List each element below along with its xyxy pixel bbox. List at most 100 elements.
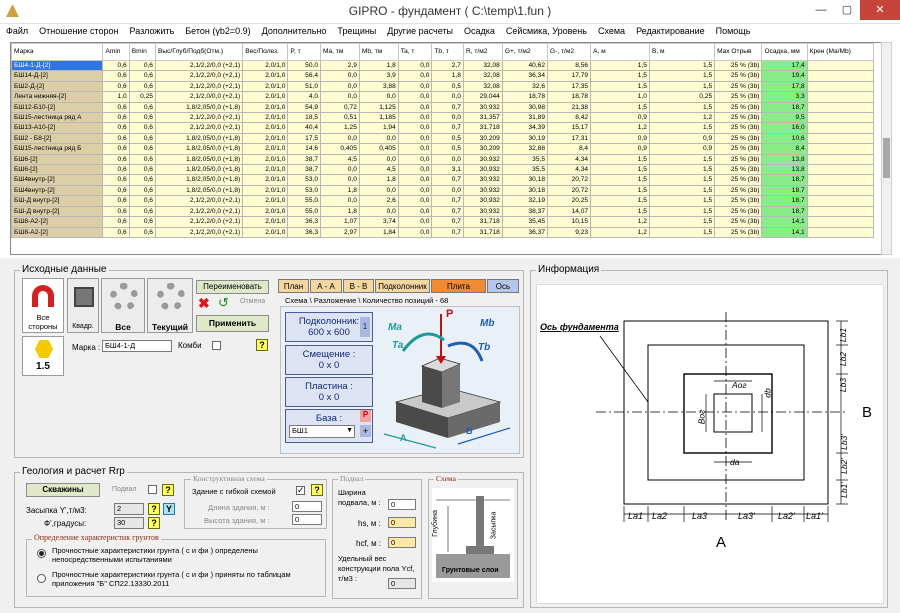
- table-cell[interactable]: 17,79: [547, 70, 592, 82]
- table-cell[interactable]: БШ4внутр-[2]: [11, 184, 104, 197]
- table-cell[interactable]: 0,6: [128, 226, 156, 238]
- table-cell[interactable]: 10,6: [761, 132, 808, 145]
- table-cell[interactable]: 17,4: [761, 59, 808, 72]
- table-cell[interactable]: 0,6: [102, 184, 130, 197]
- angle-help-button[interactable]: ?: [148, 517, 160, 529]
- table-cell[interactable]: 0,6: [102, 101, 130, 114]
- table-cell[interactable]: 0,0: [397, 59, 433, 72]
- table-cell[interactable]: 0,0: [320, 174, 360, 186]
- menu-file[interactable]: Файл: [0, 24, 33, 36]
- table-cell[interactable]: 0,6: [128, 112, 156, 124]
- radio-tested[interactable]: [37, 549, 46, 558]
- table-cell[interactable]: 1,0: [102, 91, 130, 103]
- table-cell[interactable]: 35,5: [501, 164, 549, 176]
- table-row[interactable]: БШ13-А10-[2] 0,6 0,6 2,1/2,2/0,0 (+2,1) 2,0/…: [11, 122, 875, 134]
- table-cell[interactable]: 1,5: [648, 122, 716, 134]
- table-cell[interactable]: 30,932: [462, 205, 503, 218]
- scroll-thumb[interactable]: [883, 138, 890, 178]
- table-cell[interactable]: 2,1/2,0/0,0 (+2,1): [154, 91, 244, 103]
- column-header[interactable]: B, м: [648, 43, 716, 61]
- table-cell[interactable]: 2,1/2,2/0,0 (+2,1): [154, 205, 244, 218]
- table-cell[interactable]: [806, 59, 875, 72]
- table-cell[interactable]: 0,0: [358, 91, 399, 103]
- table-cell[interactable]: 2,0/1,0: [242, 132, 289, 145]
- menu-settlement[interactable]: Осадка: [458, 24, 500, 36]
- table-row[interactable]: БШ15-лестница ряд Б 0,6 0,6 1,8/2,05/0,0 (+…: [11, 143, 875, 155]
- table-cell[interactable]: 32,6: [501, 80, 549, 93]
- combi-checkbox[interactable]: [212, 341, 221, 350]
- table-cell[interactable]: 8,4: [761, 143, 808, 155]
- table-cell[interactable]: 0,0: [397, 164, 433, 176]
- table-cell[interactable]: 25 % (3b): [714, 153, 763, 166]
- table-cell[interactable]: 18,7: [761, 174, 808, 186]
- table-cell[interactable]: 1,5: [648, 153, 716, 166]
- column-header[interactable]: Крен (Ma/Mb): [806, 43, 875, 61]
- table-cell[interactable]: 38,7: [287, 153, 321, 166]
- table-cell[interactable]: 9,23: [547, 226, 592, 238]
- table-cell[interactable]: 0,6: [102, 70, 130, 82]
- table-cell[interactable]: 1,5: [648, 226, 716, 238]
- table-cell[interactable]: 1,2: [590, 122, 650, 134]
- ratio-button[interactable]: 1.5: [22, 336, 64, 376]
- table-row[interactable]: БШ6-[2] 0,6 0,6 1,8/2,05/0,0 (+1,8) 2,0/1,0 3…: [11, 164, 875, 176]
- table-cell[interactable]: 25 % (3b): [714, 112, 763, 124]
- table-cell[interactable]: 1,5: [590, 164, 650, 176]
- table-cell[interactable]: 0,0: [397, 205, 433, 218]
- table-cell[interactable]: 0,0: [358, 153, 399, 166]
- table-cell[interactable]: 1,94: [358, 122, 399, 134]
- table-cell[interactable]: 2,0/1,0: [242, 59, 289, 72]
- table-cell[interactable]: 10,15: [547, 216, 592, 228]
- table-cell[interactable]: БШ6-[2]: [11, 164, 104, 176]
- table-cell[interactable]: [806, 143, 875, 155]
- table-cell[interactable]: 0,0: [358, 132, 399, 145]
- table-cell[interactable]: 2,1/2,2/0,0 (+2,1): [154, 80, 244, 93]
- table-cell[interactable]: 51,0: [287, 80, 321, 93]
- table-cell[interactable]: 1,5: [590, 59, 650, 72]
- table-cell[interactable]: 1,8/2,05/0,0 (+1,8): [154, 164, 244, 176]
- table-row[interactable]: БШ15-лестница ряд А 0,6 0,6 2,1/2,2/0,0 (+2…: [11, 112, 875, 124]
- table-cell[interactable]: 0,6: [128, 132, 156, 145]
- table-cell[interactable]: 25 % (3b): [714, 216, 763, 228]
- close-button[interactable]: ✕: [860, 0, 900, 20]
- table-cell[interactable]: 53,0: [287, 184, 321, 197]
- table-cell[interactable]: БШ13-А10-[2]: [11, 122, 104, 134]
- table-cell[interactable]: 1,5: [590, 101, 650, 114]
- table-cell[interactable]: 31,89: [501, 112, 549, 124]
- backfill-help-button[interactable]: ?: [148, 503, 160, 515]
- table-cell[interactable]: 0,6: [128, 164, 156, 176]
- table-cell[interactable]: 1,8: [320, 184, 360, 197]
- table-cell[interactable]: 3,74: [358, 216, 399, 228]
- table-cell[interactable]: 1,5: [648, 216, 716, 228]
- table-cell[interactable]: 0,6: [128, 122, 156, 134]
- table-cell[interactable]: 18,7: [761, 184, 808, 197]
- table-cell[interactable]: 13,8: [761, 164, 808, 176]
- table-cell[interactable]: 18,5: [287, 112, 321, 124]
- table-cell[interactable]: 31,357: [462, 112, 503, 124]
- table-cell[interactable]: 18,78: [547, 91, 592, 103]
- table-cell[interactable]: 2,1/2,2/0,0 (+2,1): [154, 70, 244, 82]
- table-cell[interactable]: 2,0/1,0: [242, 195, 289, 207]
- table-cell[interactable]: 30,932: [462, 164, 503, 176]
- table-row[interactable]: БШ2 - Б8-[2] 0,6 0,6 1,8/2,05/0,0 (+1,8) 2,0…: [11, 132, 875, 145]
- current-button[interactable]: Текущий: [147, 278, 193, 333]
- menu-extra[interactable]: Дополнительно: [256, 24, 332, 36]
- table-cell[interactable]: 0,0: [397, 91, 433, 103]
- table-cell[interactable]: 30,209: [462, 143, 503, 155]
- menu-other-calc[interactable]: Другие расчеты: [381, 24, 458, 36]
- table-cell[interactable]: 0,6: [102, 112, 130, 124]
- table-cell[interactable]: 0,6: [128, 153, 156, 166]
- table-cell[interactable]: 25 % (3b): [714, 101, 763, 114]
- menu-edit[interactable]: Редактирование: [630, 24, 710, 36]
- table-cell[interactable]: 2,0/1,0: [242, 153, 289, 166]
- table-cell[interactable]: 0,7: [431, 101, 464, 114]
- table-cell[interactable]: 30,19: [501, 132, 549, 145]
- floor-weight-input[interactable]: 0: [388, 578, 416, 589]
- table-cell[interactable]: БШ-Д внутр-[2]: [11, 205, 104, 218]
- table-cell[interactable]: 2,0/1,0: [242, 70, 289, 82]
- table-cell[interactable]: 2,9: [320, 59, 360, 72]
- table-cell[interactable]: 0,6: [128, 59, 156, 72]
- table-cell[interactable]: 0,0: [320, 164, 360, 176]
- table-cell[interactable]: 0,6: [102, 132, 130, 145]
- table-cell[interactable]: Лента нижняя-[2]: [11, 91, 104, 103]
- angle-input[interactable]: 30: [114, 517, 144, 529]
